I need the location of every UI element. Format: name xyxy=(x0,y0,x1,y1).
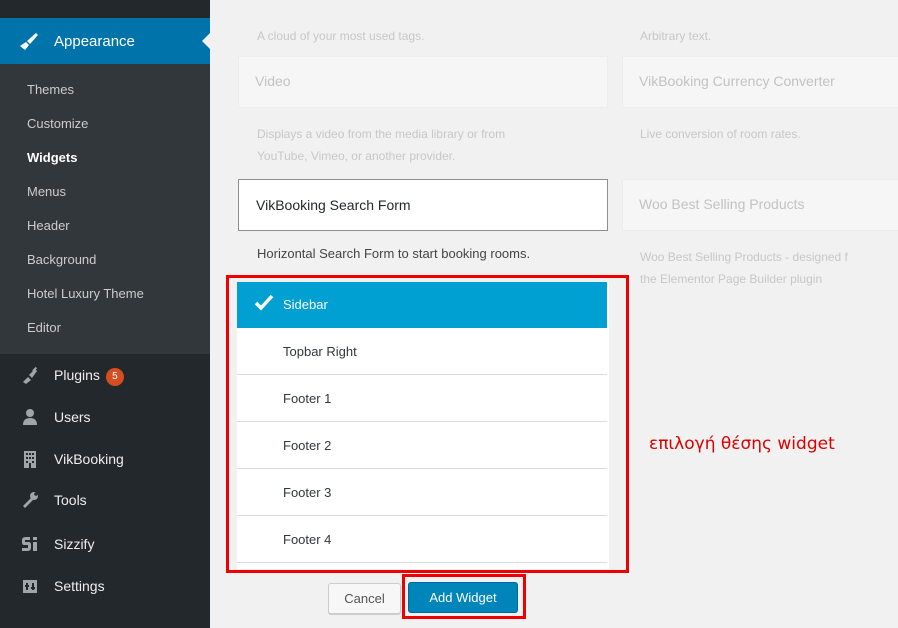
submenu-item-widgets[interactable]: Widgets xyxy=(27,150,77,165)
highlight-box-add-widget xyxy=(402,574,526,619)
submenu-item-editor[interactable]: Editor xyxy=(27,320,61,335)
annotation-text: επιλογή θέσης widget xyxy=(649,434,835,454)
sidebar-item-sizzify[interactable]: Sizzify xyxy=(0,524,210,564)
widget-description-line: Woo Best Selling Products - designed f xyxy=(640,250,848,264)
widget-title: VikBooking Currency Converter xyxy=(639,73,835,89)
highlight-box-area-list xyxy=(226,275,629,573)
sidebar-item-tools[interactable]: Tools xyxy=(0,480,210,520)
widget-title: VikBooking Search Form xyxy=(256,197,411,213)
submenu-item-customize[interactable]: Customize xyxy=(27,116,88,131)
widget-woo-best-selling-products: Woo Best Selling Products xyxy=(622,179,898,231)
widget-title: Woo Best Selling Products xyxy=(639,196,805,212)
sidebar-item-plugins[interactable]: Plugins 5 xyxy=(0,355,210,395)
current-menu-pointer xyxy=(202,33,210,49)
widget-description: A cloud of your most used tags. xyxy=(257,29,425,43)
sidebar-item-settings[interactable]: Settings xyxy=(0,566,210,606)
submenu-item-header[interactable]: Header xyxy=(27,218,70,233)
sidebar-item-label: Users xyxy=(54,409,91,425)
widget-description-line: the Elementor Page Builder plugin xyxy=(640,272,823,286)
submenu-item-themes[interactable]: Themes xyxy=(27,82,74,97)
submenu-item-background[interactable]: Background xyxy=(27,252,96,267)
submenu-item-hotel-luxury-theme[interactable]: Hotel Luxury Theme xyxy=(27,286,144,301)
widget-description: Live conversion of room rates. xyxy=(640,127,801,141)
update-count-badge: 5 xyxy=(105,368,124,386)
appearance-submenu: Themes Customize Widgets Menus Header Ba… xyxy=(0,64,210,354)
users-icon xyxy=(23,409,37,425)
sidebar-item-label: Tools xyxy=(54,492,87,508)
sidebar-item-label: Sizzify xyxy=(54,536,95,552)
sidebar-item-label: Appearance xyxy=(54,33,135,50)
widget-description-line: YouTube, Vimeo, or another provider. xyxy=(257,149,456,163)
widget-video: Video xyxy=(238,56,608,108)
sidebar-item-vikbooking[interactable]: VikBooking xyxy=(0,439,210,479)
widget-description-line: Displays a video from the media library … xyxy=(257,127,506,141)
sidebar-top-strip xyxy=(0,0,210,18)
sidebar-item-users[interactable]: Users xyxy=(0,397,210,437)
sidebar-item-appearance[interactable]: Appearance xyxy=(0,18,210,64)
sidebar-item-label: Settings xyxy=(54,578,105,594)
widget-description: Displays a video from the media library … xyxy=(257,123,505,167)
sidebar-item-label: Plugins xyxy=(54,367,100,383)
sidebar-item-label: VikBooking xyxy=(54,451,124,467)
widget-vikbooking-search-form[interactable]: VikBooking Search Form xyxy=(238,179,608,231)
admin-sidebar: Appearance Themes Customize Widgets Menu… xyxy=(0,0,210,628)
paintbrush-icon xyxy=(20,33,38,50)
widget-vikbooking-currency-converter: VikBooking Currency Converter xyxy=(622,56,898,108)
widget-description: Arbitrary text. xyxy=(640,29,712,43)
building-icon xyxy=(24,451,36,468)
plug-icon xyxy=(23,366,38,384)
settings-grid-icon xyxy=(23,580,37,593)
wrench-icon xyxy=(23,492,38,508)
sizzify-logo-icon xyxy=(22,537,37,551)
submenu-item-menus[interactable]: Menus xyxy=(27,184,66,199)
widget-title: Video xyxy=(255,73,291,89)
cancel-button[interactable]: Cancel xyxy=(328,583,401,614)
widget-description: Horizontal Search Form to start booking … xyxy=(257,246,531,261)
widget-description: Woo Best Selling Products - designed f t… xyxy=(640,246,848,290)
